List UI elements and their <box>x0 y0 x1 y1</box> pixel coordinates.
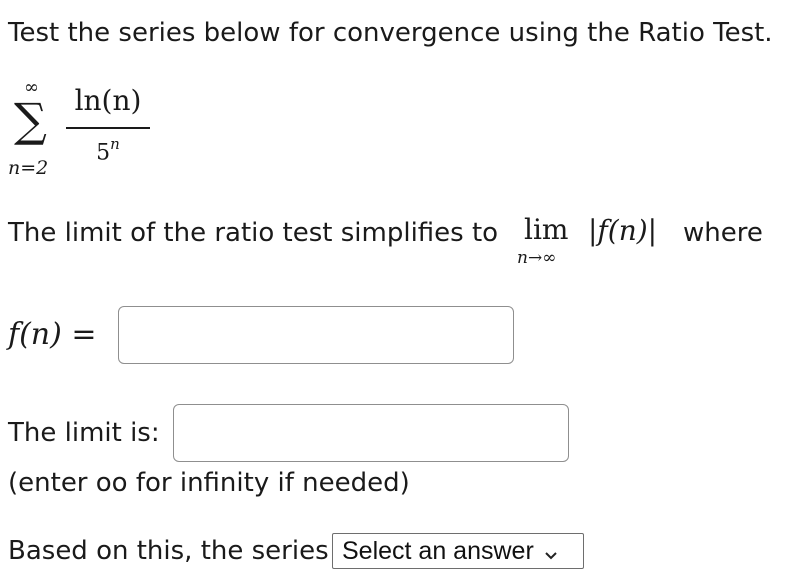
ratio-test-where: where <box>683 218 763 248</box>
conclusion-label: Based on this, the series <box>8 536 329 566</box>
question-intro: Test the series below for convergence us… <box>8 18 773 48</box>
limit-answer-input[interactable] <box>173 404 569 462</box>
fraction-bar <box>66 127 150 129</box>
limit-label: The limit is: <box>8 418 160 448</box>
fn-label: f(n) = <box>8 317 97 352</box>
chevron-down-icon <box>544 546 558 560</box>
sum-lower-limit: n=2 <box>8 157 49 179</box>
fraction-denominator: 5n <box>96 135 120 166</box>
fraction-numerator: ln(n) <box>74 84 142 117</box>
fn-answer-input[interactable] <box>118 306 514 364</box>
limit-hint: (enter oo for infinity if needed) <box>8 468 410 498</box>
conclusion-select[interactable]: Select an answer <box>332 533 584 569</box>
ratio-test-text: The limit of the ratio test simplifies t… <box>8 218 499 248</box>
conclusion-select-value: Select an answer <box>342 537 534 565</box>
abs-f-of-n: |f(n)| <box>588 214 658 247</box>
limit-word: lim <box>524 213 569 246</box>
limit-subscript: n→∞ <box>517 248 557 268</box>
sigma-symbol: ∑ <box>14 93 47 147</box>
